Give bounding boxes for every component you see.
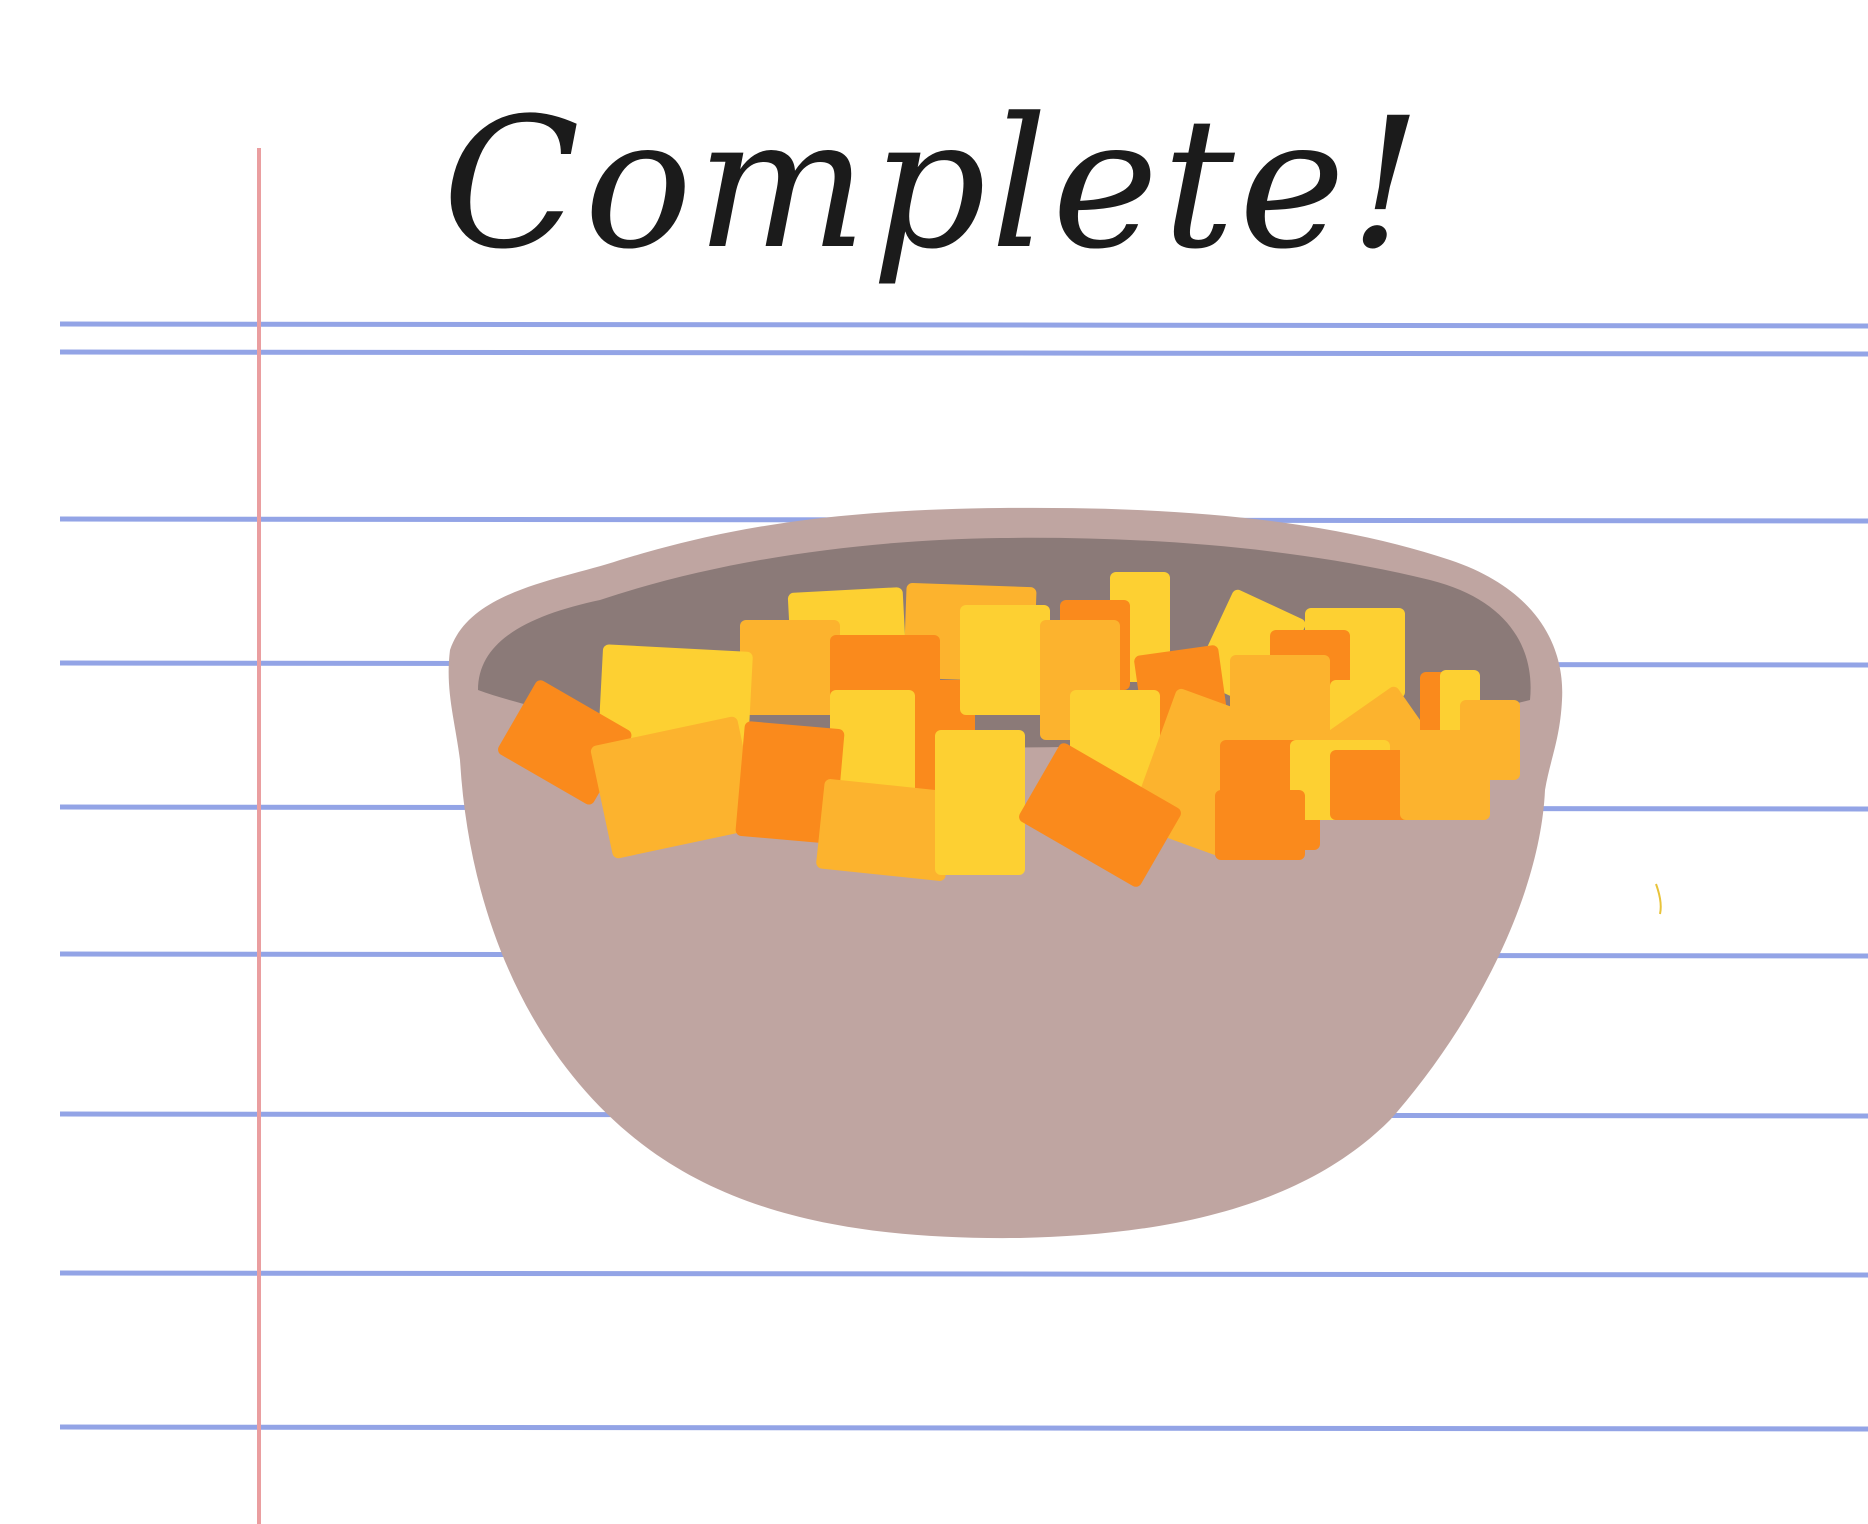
rule-line — [59, 321, 1868, 329]
cube — [935, 730, 1025, 875]
rule-line — [59, 1270, 1868, 1278]
rule-line — [59, 1424, 1868, 1432]
page-title: Complete! — [442, 80, 1426, 289]
cube — [1400, 730, 1490, 820]
rule-line — [59, 349, 1868, 357]
cube — [960, 605, 1050, 715]
cube — [1215, 790, 1305, 860]
stray-mark — [1655, 883, 1662, 915]
notebook-page: Complete! — [0, 0, 1868, 1524]
cube — [816, 779, 954, 881]
cube — [740, 620, 840, 715]
